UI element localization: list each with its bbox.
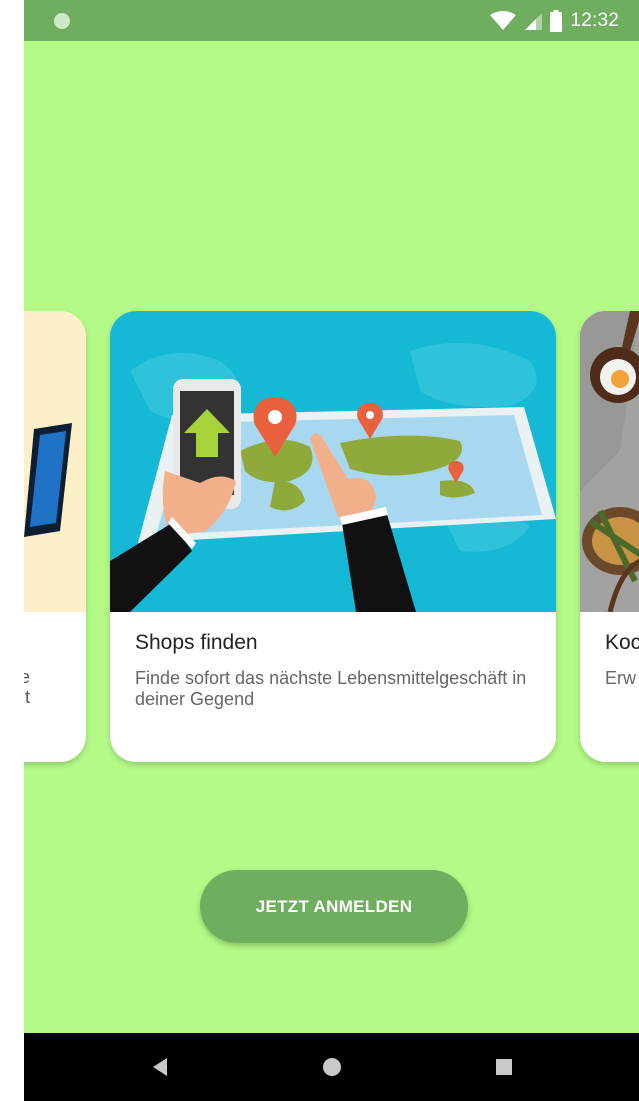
recents-icon — [496, 1059, 512, 1075]
back-button[interactable] — [120, 1033, 200, 1101]
status-time: 12:32 — [570, 9, 619, 31]
app-screen: 12:32 e t Shops finden Finde sofort das … — [24, 0, 639, 1101]
wifi-icon — [490, 10, 517, 30]
food-photo — [580, 311, 639, 613]
battery-icon — [550, 9, 563, 32]
home-icon — [323, 1058, 341, 1076]
card-title-fragment: Koc — [605, 631, 639, 654]
login-button[interactable]: JETZT ANMELDEN — [200, 870, 468, 943]
card-title: Shops finden — [135, 631, 258, 654]
signal-icon — [525, 12, 543, 30]
onboarding-card-left[interactable]: e t — [24, 311, 86, 762]
back-icon — [153, 1058, 167, 1076]
onboarding-card-shops[interactable]: Shops finden Finde sofort das nächste Le… — [110, 311, 556, 762]
card-left-text-fragment: e t — [24, 667, 30, 707]
status-icons: 12:32 — [490, 0, 619, 41]
recents-button[interactable] — [464, 1033, 544, 1101]
card-description: Finde sofort das nächste Lebensmittelges… — [135, 668, 527, 709]
home-button[interactable] — [292, 1033, 372, 1101]
map-illustration — [110, 311, 556, 612]
laptop-illustration — [24, 423, 72, 537]
card-left-image — [24, 311, 86, 612]
notification-dot-icon — [54, 13, 70, 29]
status-bar: 12:32 — [24, 0, 639, 41]
card-description-fragment: Erw — [605, 668, 636, 688]
navigation-bar — [24, 1033, 639, 1101]
onboarding-card-right[interactable]: Koc Erw — [580, 311, 639, 762]
